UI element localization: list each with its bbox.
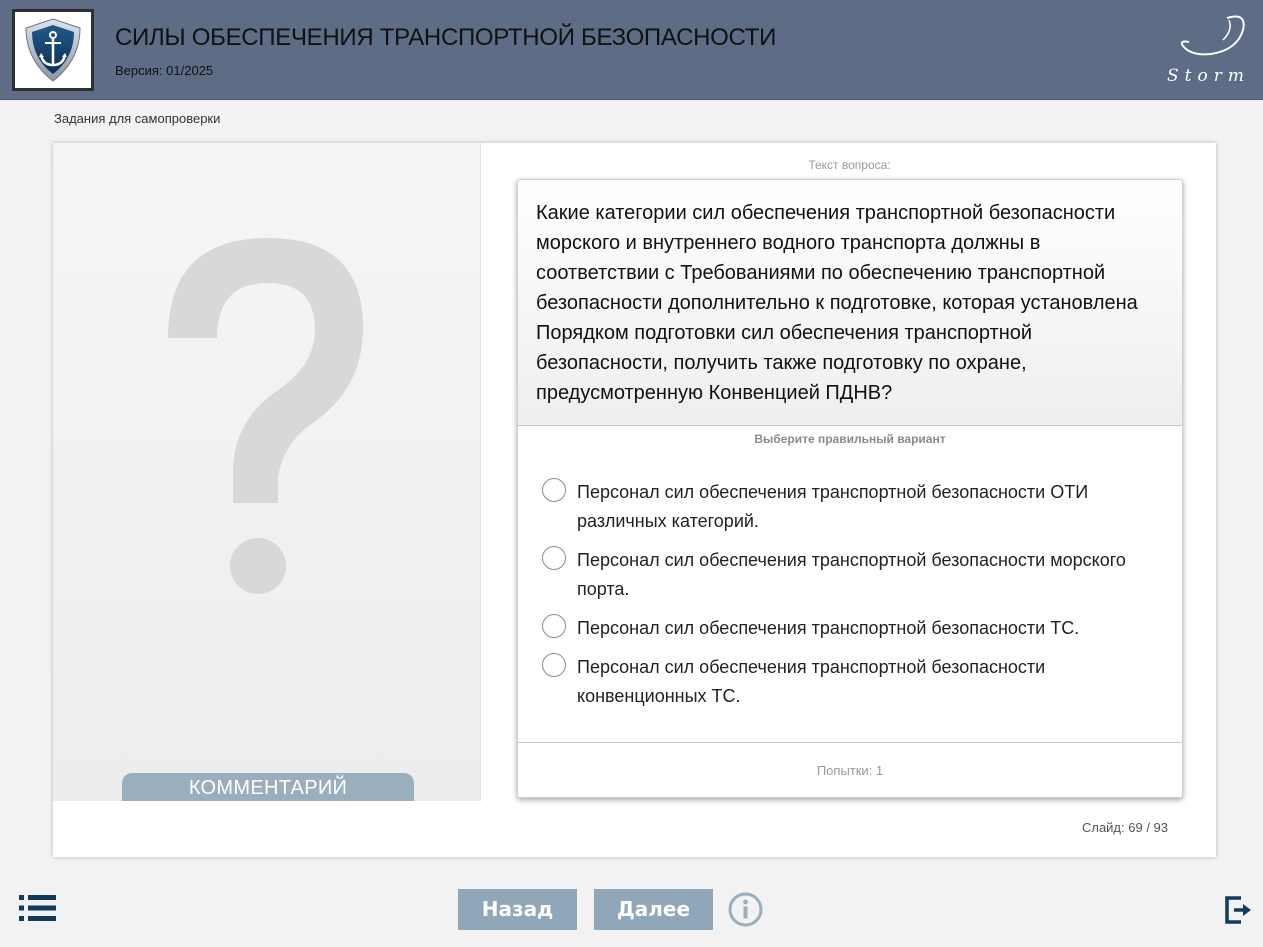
question-text: Какие категории сил обеспечения транспор… [536,202,1138,404]
question-mark-icon [168,238,363,594]
comment-tab[interactable]: КОММЕНТАРИЙ [122,773,414,801]
answer-option[interactable]: Персонал сил обеспечения транспортной бе… [542,546,1162,604]
anchor-shield-icon [25,18,81,82]
answer-option-label: Персонал сил обеспечения транспортной бе… [577,618,1080,638]
app-logo [12,9,94,91]
app-header: СИЛЫ ОБЕСПЕЧЕНИЯ ТРАНСПОРТНОЙ БЕЗОПАСНОС… [0,0,1263,100]
answer-option-label: Персонал сил обеспечения транспортной бе… [577,550,1126,599]
answer-option[interactable]: Персонал сил обеспечения транспортной бе… [542,614,1162,643]
answer-option-label: Персонал сил обеспечения транспортной бе… [577,657,1046,706]
question-text-area: Какие категории сил обеспечения транспор… [518,180,1182,426]
illustration-panel: КОММЕНТАРИЙ [53,143,481,801]
exit-button[interactable] [1225,896,1253,924]
app-version: Версия: 01/2025 [115,63,214,78]
menu-list-button[interactable] [19,894,57,922]
info-button[interactable] [728,892,763,927]
radio-button[interactable] [542,614,566,638]
question-slide: КОММЕНТАРИЙ Текст вопроса: Какие категор… [53,143,1216,857]
slide-counter: Слайд: 69 / 93 [1081,820,1168,835]
answer-options: Персонал сил обеспечения транспортной бе… [542,478,1162,721]
attempts-counter: Попытки: 1 [816,763,884,778]
radio-button[interactable] [542,546,566,570]
answer-option-label: Персонал сил обеспечения транспортной бе… [577,482,1089,531]
brand-text: Storm [1167,66,1250,86]
info-icon [728,892,763,927]
answer-hint: Выберите правильный вариант [754,432,946,446]
storm-swirl-icon [1180,15,1245,56]
radio-button[interactable] [542,478,566,502]
storm-brand-logo: Storm [1167,12,1253,90]
answer-option[interactable]: Персонал сил обеспечения транспортной бе… [542,478,1162,536]
question-label: Текст вопроса: [808,158,891,172]
question-box: Какие категории сил обеспечения транспор… [517,179,1183,798]
next-button[interactable]: Далее [594,889,713,930]
exit-icon [1225,896,1251,924]
radio-button[interactable] [542,653,566,677]
back-button[interactable]: Назад [458,889,577,930]
answer-option[interactable]: Персонал сил обеспечения транспортной бе… [542,653,1162,711]
question-footer: Попытки: 1 [518,742,1182,798]
list-icon [19,895,56,921]
section-label: Задания для самопроверки [54,111,221,126]
app-title: СИЛЫ ОБЕСПЕЧЕНИЯ ТРАНСПОРТНОЙ БЕЗОПАСНОС… [115,24,777,51]
